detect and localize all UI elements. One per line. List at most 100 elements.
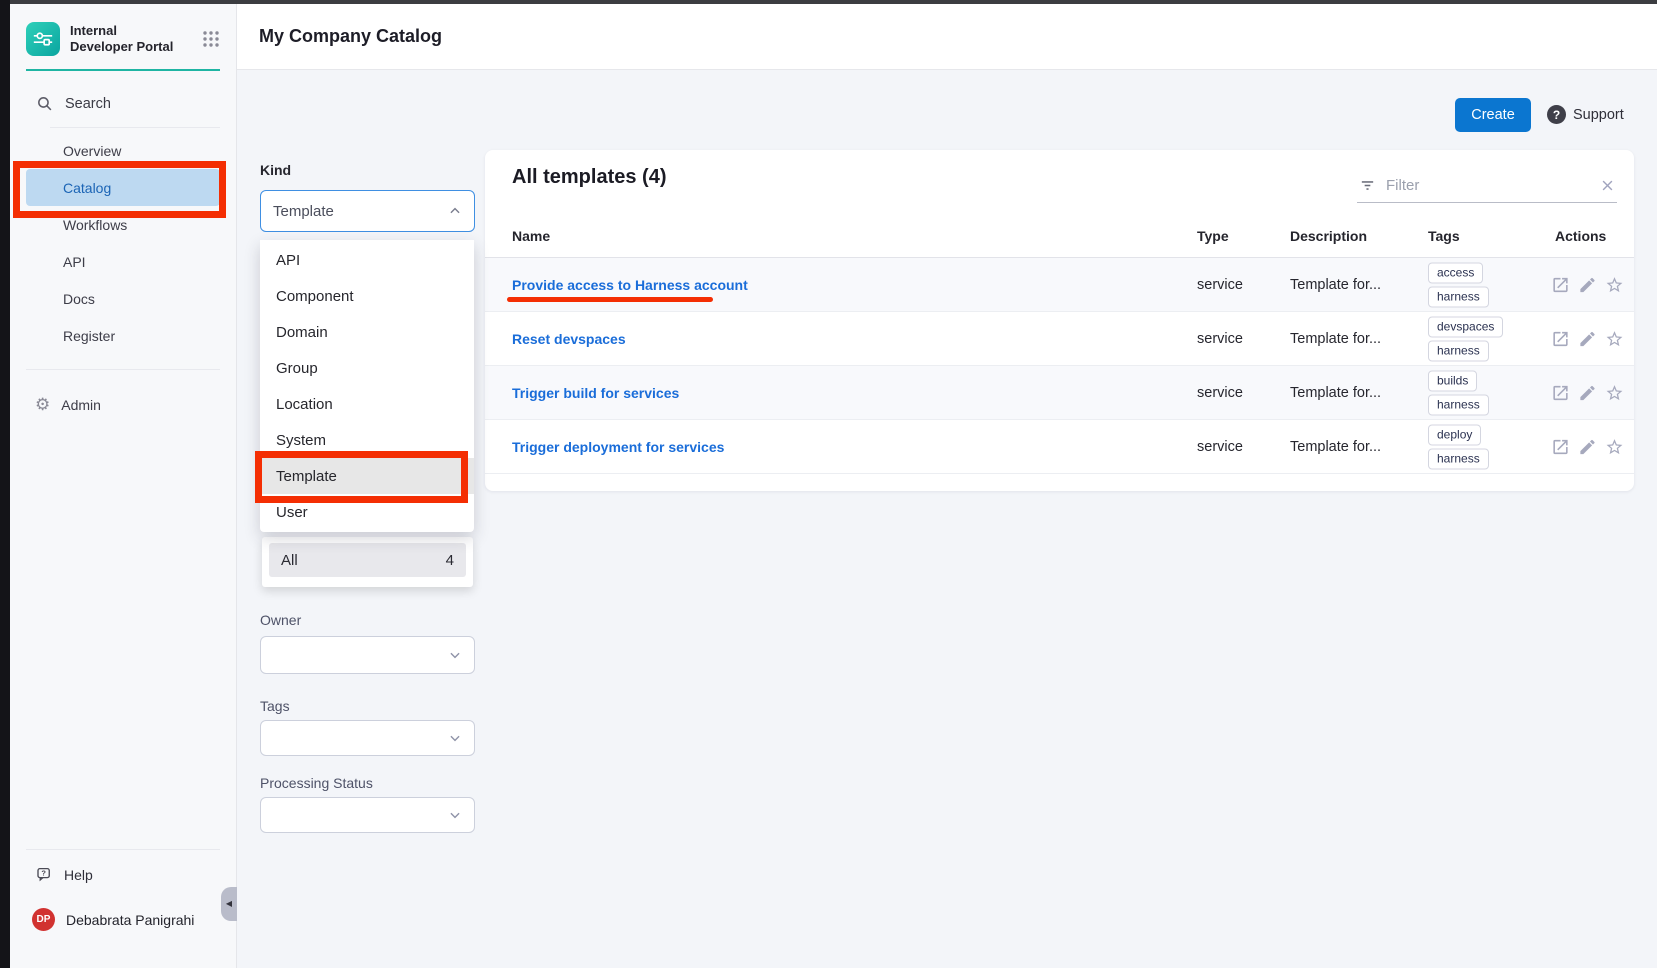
open-in-new-icon[interactable]: [1551, 329, 1570, 348]
kind-summary-label: All: [281, 552, 298, 569]
nav-item-label: Docs: [63, 291, 95, 307]
row-description: Template for...: [1290, 385, 1381, 401]
star-icon[interactable]: [1605, 383, 1624, 402]
star-icon[interactable]: [1605, 275, 1624, 294]
tag-chip: deploy: [1428, 424, 1481, 445]
gear-icon: ⚙: [35, 396, 50, 413]
tags-select[interactable]: [260, 720, 475, 756]
kind-option-api[interactable]: API: [260, 242, 474, 278]
screen: Internal Developer Portal Search Overvie…: [0, 0, 1657, 968]
help-label: Help: [64, 867, 93, 883]
owner-select[interactable]: [260, 636, 475, 674]
row-type: service: [1197, 385, 1243, 401]
templates-card: All templates (4) Name Type Description …: [485, 150, 1634, 491]
sidebar-search[interactable]: Search: [26, 95, 220, 112]
page-title: My Company Catalog: [259, 26, 442, 47]
kind-summary-panel: All 4: [262, 537, 473, 587]
row-description: Template for...: [1290, 277, 1381, 293]
kind-label: Kind: [260, 162, 291, 178]
table-row: Provide access to Harness account servic…: [485, 258, 1634, 312]
table-row: Trigger deployment for services service …: [485, 420, 1634, 474]
kind-summary-count: 4: [446, 552, 454, 569]
row-name-link[interactable]: Provide access to Harness account: [512, 277, 748, 293]
filter-icon: [1359, 177, 1376, 194]
window-left-strip: [0, 0, 10, 968]
kind-option-group[interactable]: Group: [260, 350, 474, 386]
table-row: Trigger build for services service Templ…: [485, 366, 1634, 420]
app-title: Internal Developer Portal: [70, 23, 182, 56]
row-name-link[interactable]: Reset devspaces: [512, 331, 626, 347]
sidebar-item-overview[interactable]: Overview: [26, 132, 220, 169]
star-icon[interactable]: [1605, 437, 1624, 456]
kind-dropdown-menu: API Component Domain Group Location Syst…: [260, 240, 474, 532]
column-header-type: Type: [1197, 228, 1229, 244]
sidebar-item-docs[interactable]: Docs: [26, 280, 220, 317]
tag-chip: harness: [1428, 286, 1489, 307]
clear-filter-icon[interactable]: [1600, 178, 1615, 193]
divider: [26, 849, 220, 850]
kind-option-user[interactable]: User: [260, 494, 474, 530]
row-name-link[interactable]: Trigger build for services: [512, 385, 679, 401]
sidebar-item-workflows[interactable]: Workflows: [26, 206, 220, 243]
help-button[interactable]: ? Help: [26, 866, 220, 884]
row-tags: deployharness: [1428, 424, 1489, 469]
support-button[interactable]: ? Support: [1547, 105, 1624, 124]
svg-text:?: ?: [41, 868, 46, 877]
kind-option-label: Component: [276, 288, 354, 305]
sidebar-item-register[interactable]: Register: [26, 317, 220, 354]
kind-option-system[interactable]: System: [260, 422, 474, 458]
row-type: service: [1197, 277, 1243, 293]
nav-item-label: Workflows: [63, 217, 127, 233]
star-icon[interactable]: [1605, 329, 1624, 348]
row-name-link[interactable]: Trigger deployment for services: [512, 439, 724, 455]
kind-option-component[interactable]: Component: [260, 278, 474, 314]
row-description: Template for...: [1290, 331, 1381, 347]
search-icon: [36, 95, 53, 112]
filter-input[interactable]: [1386, 177, 1590, 194]
user-menu[interactable]: DP Debabrata Panigrahi: [26, 908, 220, 931]
kind-option-template[interactable]: Template: [260, 458, 474, 494]
edit-pencil-icon[interactable]: [1578, 383, 1597, 402]
chevron-up-icon: [448, 204, 462, 218]
sidebar-item-catalog[interactable]: Catalog: [26, 169, 220, 206]
row-type: service: [1197, 439, 1243, 455]
sidebar-item-admin[interactable]: ⚙ Admin: [26, 396, 220, 413]
divider: [26, 369, 220, 370]
open-in-new-icon[interactable]: [1551, 275, 1570, 294]
kind-option-label: Location: [276, 396, 333, 413]
processing-status-select[interactable]: [260, 797, 475, 833]
nav-item-label: Catalog: [63, 180, 111, 196]
kind-option-domain[interactable]: Domain: [260, 314, 474, 350]
apps-grid-icon[interactable]: [202, 30, 220, 48]
row-actions: [1551, 329, 1624, 348]
search-label: Search: [65, 96, 111, 112]
nav-item-label: API: [63, 254, 86, 270]
chevron-down-icon: [448, 808, 462, 822]
chevron-down-icon: [448, 731, 462, 745]
kind-selected-value: Template: [273, 203, 334, 220]
open-in-new-icon[interactable]: [1551, 437, 1570, 456]
admin-label: Admin: [61, 397, 101, 413]
kind-summary-row-all[interactable]: All 4: [269, 543, 466, 577]
sidebar-item-api[interactable]: API: [26, 243, 220, 280]
edit-pencil-icon[interactable]: [1578, 275, 1597, 294]
edit-pencil-icon[interactable]: [1578, 329, 1597, 348]
row-tags: buildsharness: [1428, 370, 1489, 415]
sidebar-collapse-handle[interactable]: ◀: [221, 887, 237, 921]
column-header-description: Description: [1290, 228, 1367, 244]
table-header: Name Type Description Tags Actions: [485, 228, 1634, 258]
edit-pencil-icon[interactable]: [1578, 437, 1597, 456]
kind-option-label: Group: [276, 360, 318, 377]
processing-status-label: Processing Status: [260, 775, 373, 791]
tag-chip: access: [1428, 262, 1483, 283]
kind-select[interactable]: Template: [260, 190, 475, 232]
chevron-down-icon: [448, 648, 462, 662]
column-header-name: Name: [512, 228, 550, 244]
create-button[interactable]: Create: [1455, 98, 1531, 132]
tag-chip: devspaces: [1428, 316, 1503, 337]
kind-option-location[interactable]: Location: [260, 386, 474, 422]
tag-chip: harness: [1428, 394, 1489, 415]
open-in-new-icon[interactable]: [1551, 383, 1570, 402]
tag-chip: harness: [1428, 340, 1489, 361]
column-header-tags: Tags: [1428, 228, 1460, 244]
